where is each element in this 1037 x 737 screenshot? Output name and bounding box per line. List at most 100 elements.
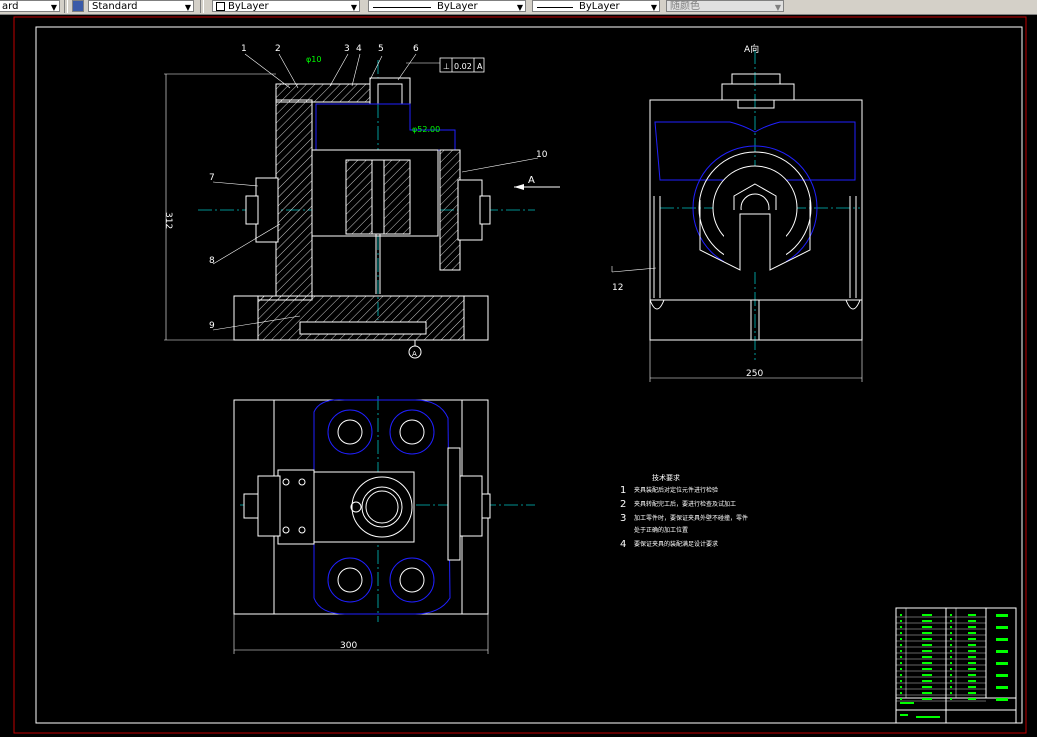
tolerance-datum: A	[477, 62, 483, 71]
title-block-mark	[922, 650, 932, 652]
title-block-mark	[968, 668, 976, 670]
title-block-mark	[968, 626, 976, 628]
title-block-mark	[900, 644, 902, 646]
tech-req-line-3: 加工零件时，要保证夹具外壁不碰撞，零件	[634, 514, 748, 522]
tolerance-symbol: ⊥	[443, 62, 450, 71]
plot-style-value: 随颜色	[670, 1, 700, 12]
balloon-3: 3	[344, 44, 350, 54]
title-block-mark	[950, 662, 952, 664]
datum-label: A	[412, 350, 417, 358]
title-block-mark	[996, 638, 1008, 641]
title-block-mark	[900, 620, 902, 622]
title-block-mark	[950, 698, 952, 700]
title-block-mark	[968, 698, 976, 700]
technical-requirements: 技术要求 1 夹具装配后对定位元件进行检验 2 夹具转配完工后，要进行检查及试加…	[620, 473, 748, 550]
title-block-mark	[996, 674, 1008, 677]
plot-style-select[interactable]: 随颜色 ▼	[666, 0, 784, 12]
title-block-mark	[900, 614, 902, 616]
color-value: ByLayer	[228, 1, 269, 12]
balloon-5: 5	[378, 44, 384, 54]
title-block-mark	[922, 626, 932, 628]
balloon-4: 4	[356, 44, 362, 54]
title-block-mark	[950, 644, 952, 646]
title-block-mark	[996, 662, 1008, 665]
title-block-mark	[968, 656, 976, 658]
title-block-mark	[950, 668, 952, 670]
dim-fit: φ10	[306, 55, 321, 64]
title-block-mark	[900, 632, 902, 634]
title-block-mark	[900, 680, 902, 682]
title-block-mark	[996, 686, 1008, 689]
balloon-7: 7	[209, 173, 215, 183]
dim-style-value: Standard	[92, 1, 138, 12]
lineweight-select[interactable]: ByLayer ▼	[532, 0, 660, 12]
tech-req-number-2: 2	[620, 499, 626, 510]
title-block-mark	[900, 626, 902, 628]
view-label: A向	[744, 43, 759, 55]
title-block-mark	[922, 620, 932, 622]
title-block-mark	[922, 614, 932, 616]
title-block-mark	[950, 650, 952, 652]
title-block-mark	[950, 680, 952, 682]
title-block-mark	[922, 698, 932, 700]
title-block-mark	[922, 644, 932, 646]
title-block-mark	[950, 674, 952, 676]
linetype-select[interactable]: ByLayer ▼	[368, 0, 526, 12]
drawing-canvas[interactable]: 1 2 3 4 5 6 7 8 9 10 A A ⊥ 0.02 A 312 φ5…	[0, 14, 1037, 737]
title-block-mark	[996, 698, 1008, 701]
title-block-mark	[900, 662, 902, 664]
title-block-mark	[968, 644, 976, 646]
title-block-mark	[900, 650, 902, 652]
title-block-mark	[922, 632, 932, 634]
title-block-mark	[950, 656, 952, 658]
lineweight-value: ByLayer	[579, 1, 620, 12]
title-block-mark	[950, 692, 952, 694]
title-block-mark	[950, 620, 952, 622]
title-block	[895, 607, 1017, 724]
title-block-mark	[900, 674, 902, 676]
title-block-mark	[968, 632, 976, 634]
text-style-select[interactable]: ard ▼	[0, 0, 60, 12]
dim-diameter: φ52.00	[412, 125, 440, 134]
balloon-2: 2	[275, 44, 281, 54]
tech-req-number-1: 1	[620, 485, 626, 496]
title-block-mark	[922, 662, 932, 664]
title-block-mark	[922, 692, 932, 694]
linetype-sample	[373, 7, 431, 8]
title-block-mark	[968, 692, 976, 694]
title-block-mark	[950, 686, 952, 688]
tech-req-line-5: 要保证夹具的装配满足设计要求	[634, 540, 718, 548]
title-block-mark	[900, 714, 908, 716]
title-block-mark	[900, 702, 914, 704]
dim-style-icon[interactable]	[72, 0, 84, 12]
title-block-mark	[916, 716, 940, 718]
title-block-mark	[922, 638, 932, 640]
color-swatch-icon	[216, 1, 225, 11]
chevron-down-icon: ▼	[184, 3, 191, 12]
balloon-8: 8	[209, 256, 215, 266]
top-view-labels: 300	[340, 641, 357, 651]
title-block-mark	[968, 620, 976, 622]
top-view	[233, 396, 535, 654]
color-select[interactable]: ByLayer ▼	[212, 0, 360, 12]
dim-style-select[interactable]: Standard ▼	[88, 0, 194, 12]
title-block-mark	[968, 650, 976, 652]
title-block-mark	[922, 668, 932, 670]
toolbar-separator	[64, 0, 68, 13]
front-section-view	[164, 53, 560, 359]
lineweight-sample	[537, 7, 573, 8]
chevron-down-icon: ▼	[350, 3, 357, 12]
title-block-mark	[968, 638, 976, 640]
balloon-12: 12	[612, 283, 623, 293]
title-block-mark	[922, 656, 932, 658]
tolerance-value: 0.02	[454, 62, 472, 71]
balloon-1: 1	[241, 44, 247, 54]
title-block-mark	[900, 692, 902, 694]
title-block-mark	[950, 632, 952, 634]
tech-req-number-3: 3	[620, 513, 626, 524]
title-block-mark	[900, 668, 902, 670]
text-style-value: ard	[2, 1, 19, 12]
chevron-down-icon: ▼	[50, 3, 57, 12]
dim-height: 312	[163, 212, 173, 229]
cad-toolbar: ard ▼ Standard ▼ ByLayer ▼ ByLayer ▼ ByL…	[0, 0, 1037, 15]
